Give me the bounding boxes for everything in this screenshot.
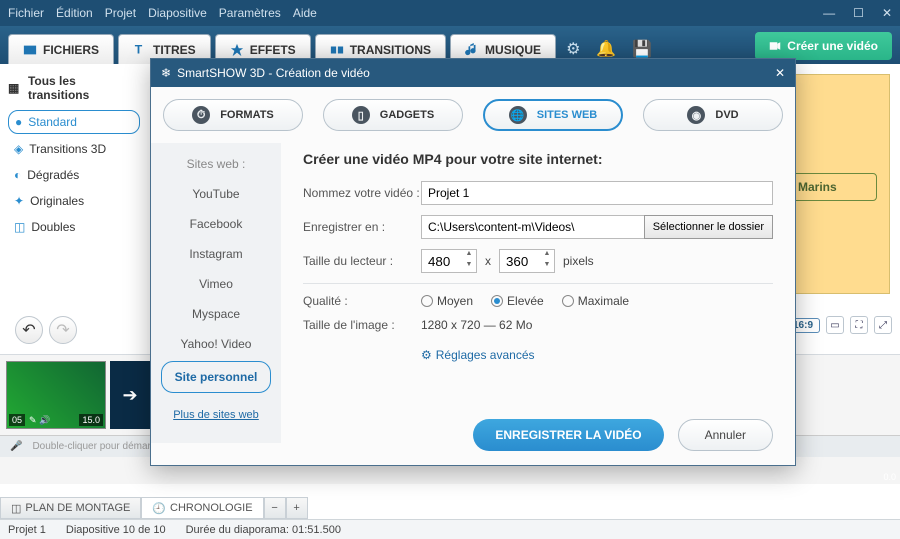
export-modal: ❄SmartSHOW 3D - Création de vidéo ✕ ⏱FOR… xyxy=(150,58,796,466)
save-video-button[interactable]: ENREGISTRER LA VIDÉO xyxy=(473,419,663,451)
label-size: Taille du lecteur : xyxy=(303,254,421,268)
gear-icon: ⚙ xyxy=(421,348,432,362)
video-name-input[interactable] xyxy=(421,181,773,205)
app-icon: ❄ xyxy=(161,66,171,80)
label-quality: Qualité : xyxy=(303,294,421,308)
site-myspace[interactable]: Myspace xyxy=(151,299,281,329)
site-facebook[interactable]: Facebook xyxy=(151,209,281,239)
label-imgsize: Taille de l'image : xyxy=(303,318,421,332)
advanced-settings-link[interactable]: ⚙Réglages avancés xyxy=(421,348,535,362)
label-save: Enregistrer en : xyxy=(303,220,421,234)
save-path-input[interactable] xyxy=(421,215,645,239)
sites-header: Sites web : xyxy=(151,149,281,179)
label-name: Nommez votre vidéo : xyxy=(303,186,421,200)
quality-medium[interactable]: Moyen xyxy=(421,294,473,308)
cat-gadgets[interactable]: ▯GADGETS xyxy=(323,99,463,131)
site-instagram[interactable]: Instagram xyxy=(151,239,281,269)
sites-list: Sites web : YouTube Facebook Instagram V… xyxy=(151,143,281,443)
modal-close-icon[interactable]: ✕ xyxy=(775,66,785,80)
cat-sites[interactable]: 🌐SITES WEB xyxy=(483,99,623,131)
site-vimeo[interactable]: Vimeo xyxy=(151,269,281,299)
cat-dvd[interactable]: ◉DVD xyxy=(643,99,783,131)
select-folder-button[interactable]: Sélectionner le dossier xyxy=(644,215,773,239)
site-yahoo[interactable]: Yahoo! Video xyxy=(151,329,281,359)
imgsize-value: 1280 x 720 — 62 Mo xyxy=(421,318,532,332)
form-heading: Créer une vidéo MP4 pour votre site inte… xyxy=(303,151,773,167)
more-sites-link[interactable]: Plus de sites web xyxy=(151,395,281,421)
site-youtube[interactable]: YouTube xyxy=(151,179,281,209)
quality-high[interactable]: Elevée xyxy=(491,294,544,308)
quality-max[interactable]: Maximale xyxy=(562,294,629,308)
modal-titlebar: ❄SmartSHOW 3D - Création de vidéo ✕ xyxy=(151,59,795,87)
site-personal[interactable]: Site personnel xyxy=(161,361,271,393)
cancel-button[interactable]: Annuler xyxy=(678,419,773,451)
cat-formats[interactable]: ⏱FORMATS xyxy=(163,99,303,131)
